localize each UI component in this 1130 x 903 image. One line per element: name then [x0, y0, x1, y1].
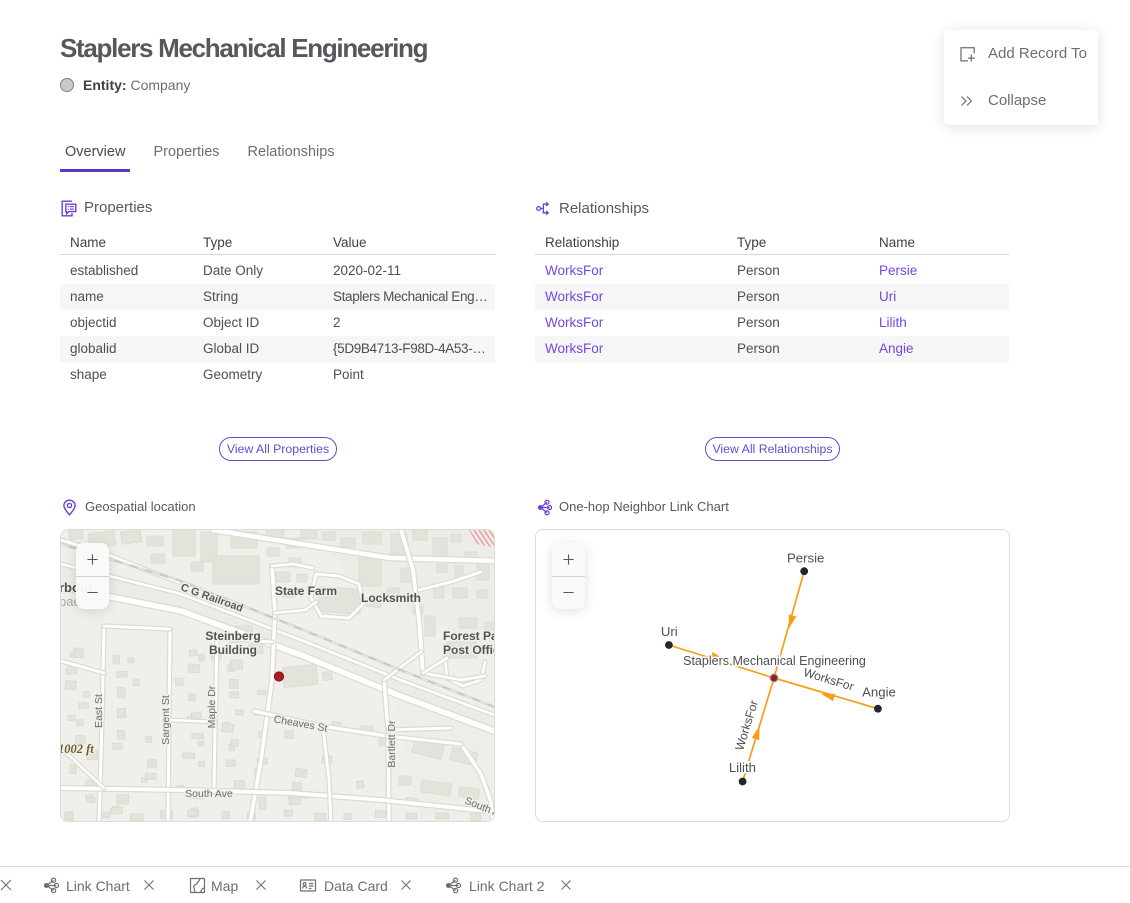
- svg-text:Lilith: Lilith: [729, 760, 756, 775]
- svg-text:Persie: Persie: [787, 551, 824, 566]
- svg-text:Post Offic: Post Offic: [443, 643, 495, 657]
- svg-text:Angie: Angie: [862, 684, 896, 699]
- svg-text:Steinberg: Steinberg: [205, 629, 260, 643]
- svg-text:Bartlett Dr: Bartlett Dr: [386, 720, 398, 768]
- svg-text:East St: East St: [93, 694, 105, 728]
- svg-text:Forest Par: Forest Par: [443, 629, 495, 643]
- svg-text:Uri: Uri: [661, 624, 678, 639]
- svg-text:Sargent St: Sargent St: [160, 695, 172, 745]
- svg-text:Staplers Mechanical Engineerin: Staplers Mechanical Engineering: [683, 654, 866, 668]
- svg-text:WorksFor: WorksFor: [732, 699, 761, 753]
- svg-text:1002 ft: 1002 ft: [61, 742, 94, 756]
- svg-text:Building: Building: [209, 643, 257, 657]
- svg-text:State Farm: State Farm: [275, 584, 337, 598]
- svg-text:Maple Dr: Maple Dr: [206, 685, 218, 728]
- svg-text:Locksmith: Locksmith: [361, 591, 421, 605]
- svg-text:South Ave: South Ave: [185, 788, 233, 800]
